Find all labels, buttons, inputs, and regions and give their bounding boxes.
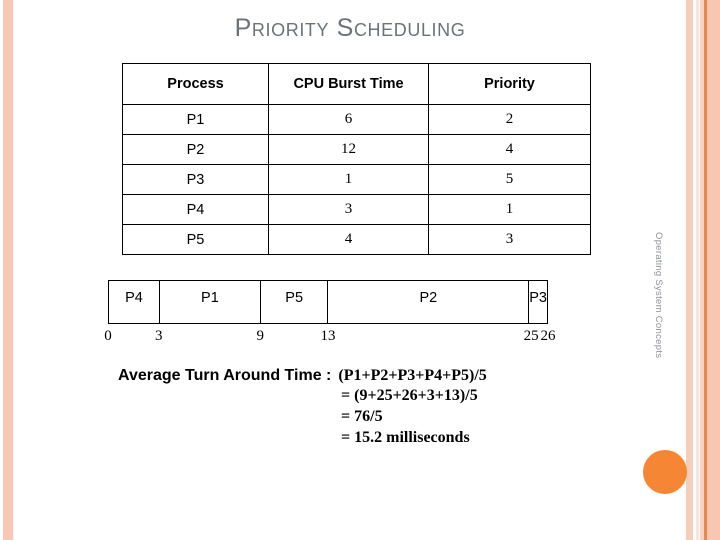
cell-burst: 1	[268, 164, 429, 195]
calculation-label: Average Turn Around Time :	[118, 367, 332, 384]
slide: Priority Scheduling Process CPU Burst Ti…	[0, 0, 720, 540]
decorative-stripe-left	[3, 0, 13, 540]
table-row: P4 3 1	[122, 194, 591, 225]
cell-process: P1	[122, 104, 269, 135]
process-table: Process CPU Burst Time Priority P1 6 2 P…	[122, 63, 591, 255]
calculation-line-4: = 15.2 milliseconds	[341, 429, 470, 446]
cell-priority: 3	[428, 224, 591, 255]
decorative-stripe-right-2	[696, 0, 699, 540]
gantt-segment-p2: P2	[328, 281, 530, 323]
cell-burst: 4	[268, 224, 429, 255]
cell-burst: 3	[268, 194, 429, 225]
gantt-segment-label: P4	[125, 290, 143, 306]
cell-process: P4	[122, 194, 269, 225]
cell-process: P5	[122, 224, 269, 255]
decorative-orange-circle	[643, 450, 687, 494]
gantt-tick-9: 9	[256, 328, 265, 344]
decorative-stripe-right-1	[686, 0, 693, 540]
cell-priority: 2	[428, 104, 591, 135]
calculation-block: Average Turn Around Time : (P1+P2+P3+P4+…	[118, 367, 487, 448]
column-header-process: Process	[122, 63, 269, 105]
calculation-line-1: (P1+P2+P3+P4+P5)/5	[338, 367, 487, 384]
column-header-burst: CPU Burst Time	[268, 63, 429, 105]
cell-process: P3	[122, 164, 269, 195]
gantt-segment-label: P1	[201, 290, 219, 306]
decorative-stripe-right-5	[707, 0, 720, 540]
calculation-line-3: = 76/5	[341, 408, 383, 425]
gantt-bar: P4 P1 P5 P2 P3	[108, 280, 548, 324]
calculation-first-line: Average Turn Around Time : (P1+P2+P3+P4+…	[118, 367, 487, 385]
gantt-segment-label: P5	[285, 290, 304, 306]
gantt-segment-p1: P1	[160, 281, 261, 323]
gantt-tick-25: 25	[523, 328, 539, 344]
side-caption: Operating System Concepts	[653, 232, 664, 359]
gantt-segment-label: P3	[529, 290, 547, 306]
gantt-segment-p3: P3	[529, 281, 547, 323]
gantt-segment-label: P2	[419, 290, 438, 306]
table-row: P3 1 5	[122, 164, 591, 195]
column-header-priority: Priority	[428, 63, 591, 105]
calculation-line-2: = (9+25+26+3+13)/5	[341, 387, 478, 404]
gantt-axis: 0 3 9 13 25 26	[104, 328, 568, 348]
cell-priority: 1	[428, 194, 591, 225]
gantt-segment-p4: P4	[109, 281, 160, 323]
cell-process: P2	[122, 134, 269, 165]
gantt-chart: P4 P1 P5 P2 P3	[108, 280, 548, 324]
table-header-row: Process CPU Burst Time Priority	[122, 63, 591, 105]
table-row: P2 12 4	[122, 134, 591, 165]
gantt-tick-3: 3	[155, 328, 163, 344]
gantt-tick-13: 13	[320, 328, 336, 344]
gantt-tick-26: 26	[540, 328, 556, 344]
gantt-segment-p5: P5	[261, 281, 329, 323]
gantt-tick-0: 0	[104, 328, 112, 344]
cell-burst: 12	[268, 134, 429, 165]
cell-priority: 4	[428, 134, 591, 165]
cell-burst: 6	[268, 104, 429, 135]
table-row: P1 6 2	[122, 104, 591, 135]
slide-title: Priority Scheduling	[234, 14, 466, 42]
table-row: P5 4 3	[122, 224, 591, 255]
cell-priority: 5	[428, 164, 591, 195]
